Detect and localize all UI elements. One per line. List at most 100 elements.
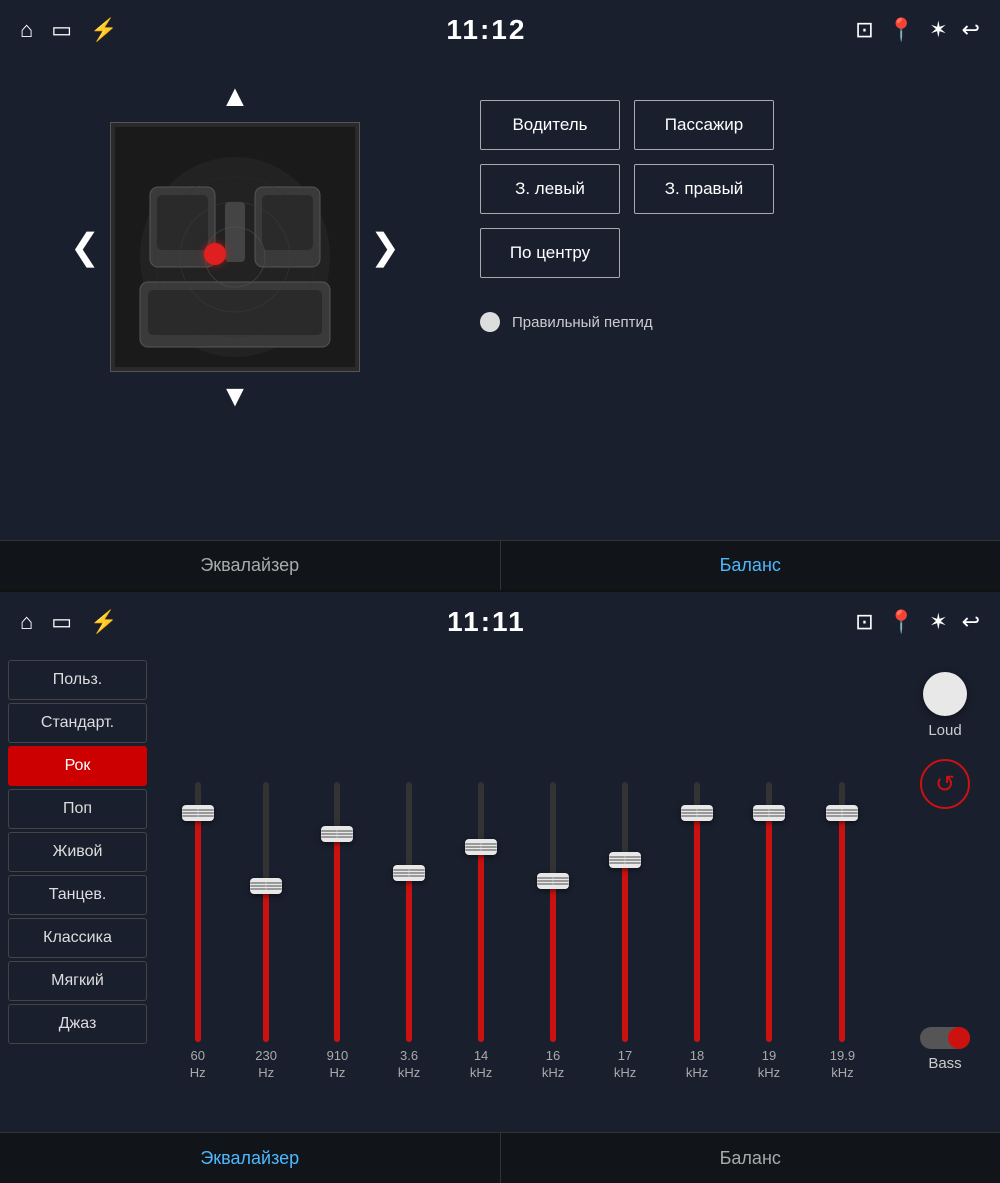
bluetooth-icon[interactable]: ✶ xyxy=(929,17,947,43)
slider-handle-1[interactable] xyxy=(250,878,282,894)
slider-col-4: 14kHz xyxy=(470,662,492,1082)
loud-button[interactable] xyxy=(923,672,967,716)
screen-icon-2[interactable]: ▭ xyxy=(51,609,72,635)
slider-col-1: 230Hz xyxy=(255,662,277,1082)
slider-fill-3 xyxy=(406,873,412,1042)
buttons-section: Водитель Пассажир З. левый З. правый По … xyxy=(480,70,980,530)
preset-item-0[interactable]: Польз. xyxy=(8,660,147,700)
slider-handle-0[interactable] xyxy=(182,805,214,821)
slider-handle-5[interactable] xyxy=(537,873,569,889)
slider-track-8[interactable] xyxy=(766,782,772,1042)
slider-fill-9 xyxy=(839,813,845,1042)
tab-balance-bottom[interactable]: Баланс xyxy=(501,1133,1000,1183)
speaker-position-dot[interactable] xyxy=(204,243,226,265)
car-image-box xyxy=(110,122,360,372)
slider-handle-2[interactable] xyxy=(321,826,353,842)
bottom-status-left: ⌂ ▭ ⚡ xyxy=(20,609,118,635)
preset-item-8[interactable]: Джаз xyxy=(8,1004,147,1044)
slider-handle-7[interactable] xyxy=(681,805,713,821)
car-image-row: ❮ xyxy=(70,122,400,372)
tab-equalizer-bottom[interactable]: Эквалайзер xyxy=(0,1133,501,1183)
slider-handle-3[interactable] xyxy=(393,865,425,881)
slider-fill-0 xyxy=(195,813,201,1042)
usb-icon-2[interactable]: ⚡ xyxy=(90,609,117,635)
location-icon[interactable]: 📍 xyxy=(888,17,915,43)
home-icon-2[interactable]: ⌂ xyxy=(20,609,33,635)
slider-col-5: 16kHz xyxy=(542,662,564,1082)
slider-fill-7 xyxy=(694,813,700,1042)
slider-track-6[interactable] xyxy=(622,782,628,1042)
bass-label: Bass xyxy=(928,1055,961,1072)
slider-fill-4 xyxy=(478,847,484,1042)
center-button[interactable]: По центру xyxy=(480,228,620,278)
preset-item-3[interactable]: Поп xyxy=(8,789,147,829)
slider-label-6: 17kHz xyxy=(614,1048,636,1082)
preset-item-4[interactable]: Живой xyxy=(8,832,147,872)
nav-right-button[interactable]: ❯ xyxy=(370,226,400,268)
top-panel: ⌂ ▭ ⚡ 11:12 ⊡ 📍 ✶ ↩ ▲ ❮ xyxy=(0,0,1000,590)
slider-track-2[interactable] xyxy=(334,782,340,1042)
slider-fill-8 xyxy=(766,813,772,1042)
slider-label-4: 14kHz xyxy=(470,1048,492,1082)
nav-up-button[interactable]: ▲ xyxy=(220,80,250,114)
eq-content: Польз.Стандарт.РокПопЖивойТанцев.Классик… xyxy=(0,652,1000,1082)
eq-right-controls: Loud ↺ Bass xyxy=(890,652,1000,1082)
rear-right-button[interactable]: З. правый xyxy=(634,164,774,214)
home-icon[interactable]: ⌂ xyxy=(20,17,33,43)
preset-item-7[interactable]: Мягкий xyxy=(8,961,147,1001)
slider-track-7[interactable] xyxy=(694,782,700,1042)
slider-label-3: 3.6kHz xyxy=(398,1048,420,1082)
passenger-button[interactable]: Пассажир xyxy=(634,100,774,150)
fade-label: Правильный пептид xyxy=(512,314,653,331)
slider-col-9: 19.9kHz xyxy=(830,662,855,1082)
nav-left-button[interactable]: ❮ xyxy=(70,226,100,268)
tab-equalizer-top[interactable]: Эквалайзер xyxy=(0,541,501,590)
slider-handle-8[interactable] xyxy=(753,805,785,821)
tab-balance-top[interactable]: Баланс xyxy=(501,541,1000,590)
back-icon[interactable]: ↩ xyxy=(962,17,980,43)
bottom-time: 11:11 xyxy=(447,606,526,638)
reset-button[interactable]: ↺ xyxy=(920,759,970,809)
top-status-right: ⊡ 📍 ✶ ↩ xyxy=(855,17,980,43)
slider-label-9: 19.9kHz xyxy=(830,1048,855,1082)
slider-fill-1 xyxy=(263,886,269,1042)
slider-handle-4[interactable] xyxy=(465,839,497,855)
slider-track-5[interactable] xyxy=(550,782,556,1042)
slider-track-4[interactable] xyxy=(478,782,484,1042)
slider-fill-5 xyxy=(550,881,556,1042)
slider-track-9[interactable] xyxy=(839,782,845,1042)
preset-item-1[interactable]: Стандарт. xyxy=(8,703,147,743)
slider-track-3[interactable] xyxy=(406,782,412,1042)
nav-down-button[interactable]: ▼ xyxy=(220,380,250,414)
top-time: 11:12 xyxy=(446,14,526,46)
slider-track-1[interactable] xyxy=(263,782,269,1042)
slider-label-5: 16kHz xyxy=(542,1048,564,1082)
slider-track-0[interactable] xyxy=(195,782,201,1042)
slider-label-1: 230Hz xyxy=(255,1048,277,1082)
slider-col-2: 910Hz xyxy=(327,662,349,1082)
slider-label-7: 18kHz xyxy=(686,1048,708,1082)
eq-sliders-area: 60Hz 230Hz 910Hz xyxy=(155,652,890,1082)
slider-handle-9[interactable] xyxy=(826,805,858,821)
slider-col-8: 19kHz xyxy=(758,662,780,1082)
usb-icon[interactable]: ⚡ xyxy=(90,17,117,43)
location-icon-2[interactable]: 📍 xyxy=(888,609,915,635)
screen-icon[interactable]: ▭ xyxy=(51,17,72,43)
sliders-container: 60Hz 230Hz 910Hz xyxy=(165,662,880,1082)
bluetooth-icon-2[interactable]: ✶ xyxy=(929,609,947,635)
rear-left-button[interactable]: З. левый xyxy=(480,164,620,214)
loud-label: Loud xyxy=(928,722,961,739)
car-image-section: ▲ ❮ xyxy=(20,70,450,530)
bass-track[interactable] xyxy=(920,1027,970,1049)
cast-icon[interactable]: ⊡ xyxy=(855,17,873,43)
slider-handle-6[interactable] xyxy=(609,852,641,868)
preset-item-6[interactable]: Классика xyxy=(8,918,147,958)
back-icon-2[interactable]: ↩ xyxy=(962,609,980,635)
car-interior-svg xyxy=(115,127,355,367)
slider-col-0: 60Hz xyxy=(190,662,206,1082)
cast-icon-2[interactable]: ⊡ xyxy=(855,609,873,635)
driver-button[interactable]: Водитель xyxy=(480,100,620,150)
preset-item-2[interactable]: Рок xyxy=(8,746,147,786)
preset-item-5[interactable]: Танцев. xyxy=(8,875,147,915)
slider-label-0: 60Hz xyxy=(190,1048,206,1082)
